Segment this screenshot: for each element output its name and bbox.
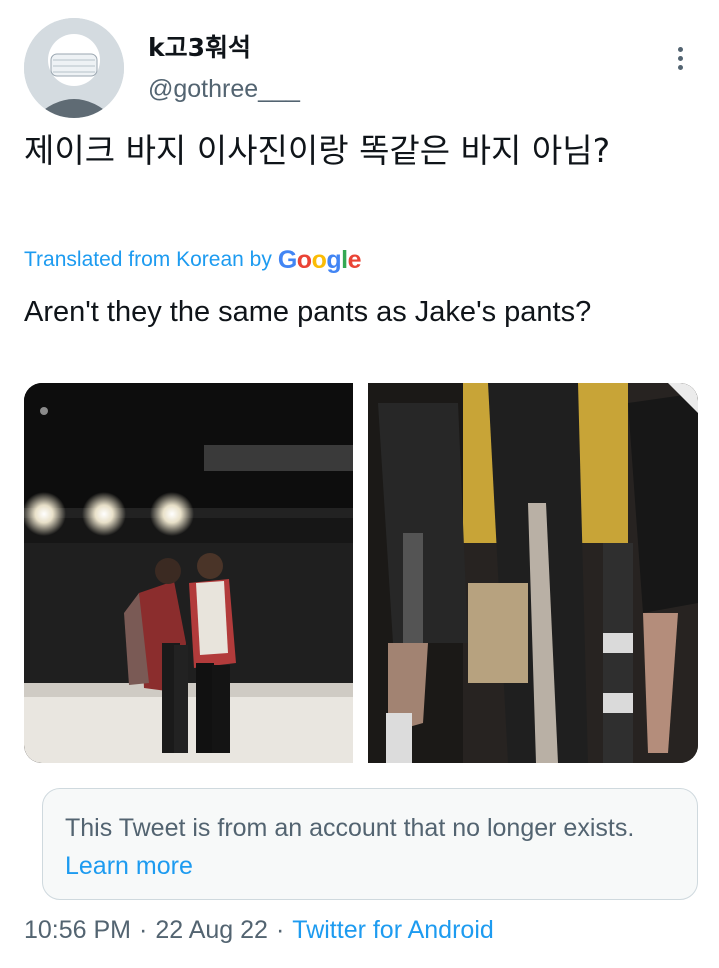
photo-dance-studio[interactable] bbox=[24, 383, 353, 763]
photo-street[interactable] bbox=[368, 383, 698, 763]
tweet-meta: 10:56 PM · 22 Aug 22 · Twitter for Andro… bbox=[24, 910, 494, 950]
tweet-header: k고3훠석 @gothree___ bbox=[24, 18, 695, 120]
tweet-source-link[interactable]: Twitter for Android bbox=[292, 916, 493, 945]
display-name[interactable]: k고3훠석 bbox=[148, 32, 300, 64]
avatar-image bbox=[24, 18, 124, 118]
media-grid bbox=[24, 383, 698, 763]
learn-more-link[interactable]: Learn more bbox=[65, 852, 193, 880]
more-vertical-icon[interactable] bbox=[665, 38, 695, 78]
translation-attribution: Translated from Korean by Google bbox=[24, 244, 362, 276]
notice-text: This Tweet is from an account that no lo… bbox=[65, 814, 635, 842]
tweet-time[interactable]: 10:56 PM bbox=[24, 916, 131, 945]
tweet-text: 제이크 바지 이사진이랑 똑같은 바지 아님? bbox=[24, 131, 611, 170]
translated-label[interactable]: Translated from Korean by bbox=[24, 248, 272, 272]
translated-text: Aren't they the same pants as Jake's pan… bbox=[24, 296, 592, 328]
tweet-date[interactable]: 22 Aug 22 bbox=[155, 916, 268, 945]
meta-separator: · bbox=[275, 915, 285, 944]
avatar[interactable] bbox=[24, 18, 124, 118]
user-info: k고3훠석 @gothree___ bbox=[148, 32, 300, 106]
meta-separator: · bbox=[139, 915, 148, 944]
deleted-account-notice: This Tweet is from an account that no lo… bbox=[42, 788, 698, 900]
user-handle[interactable]: @gothree___ bbox=[148, 72, 300, 106]
google-logo: Google bbox=[277, 245, 362, 274]
